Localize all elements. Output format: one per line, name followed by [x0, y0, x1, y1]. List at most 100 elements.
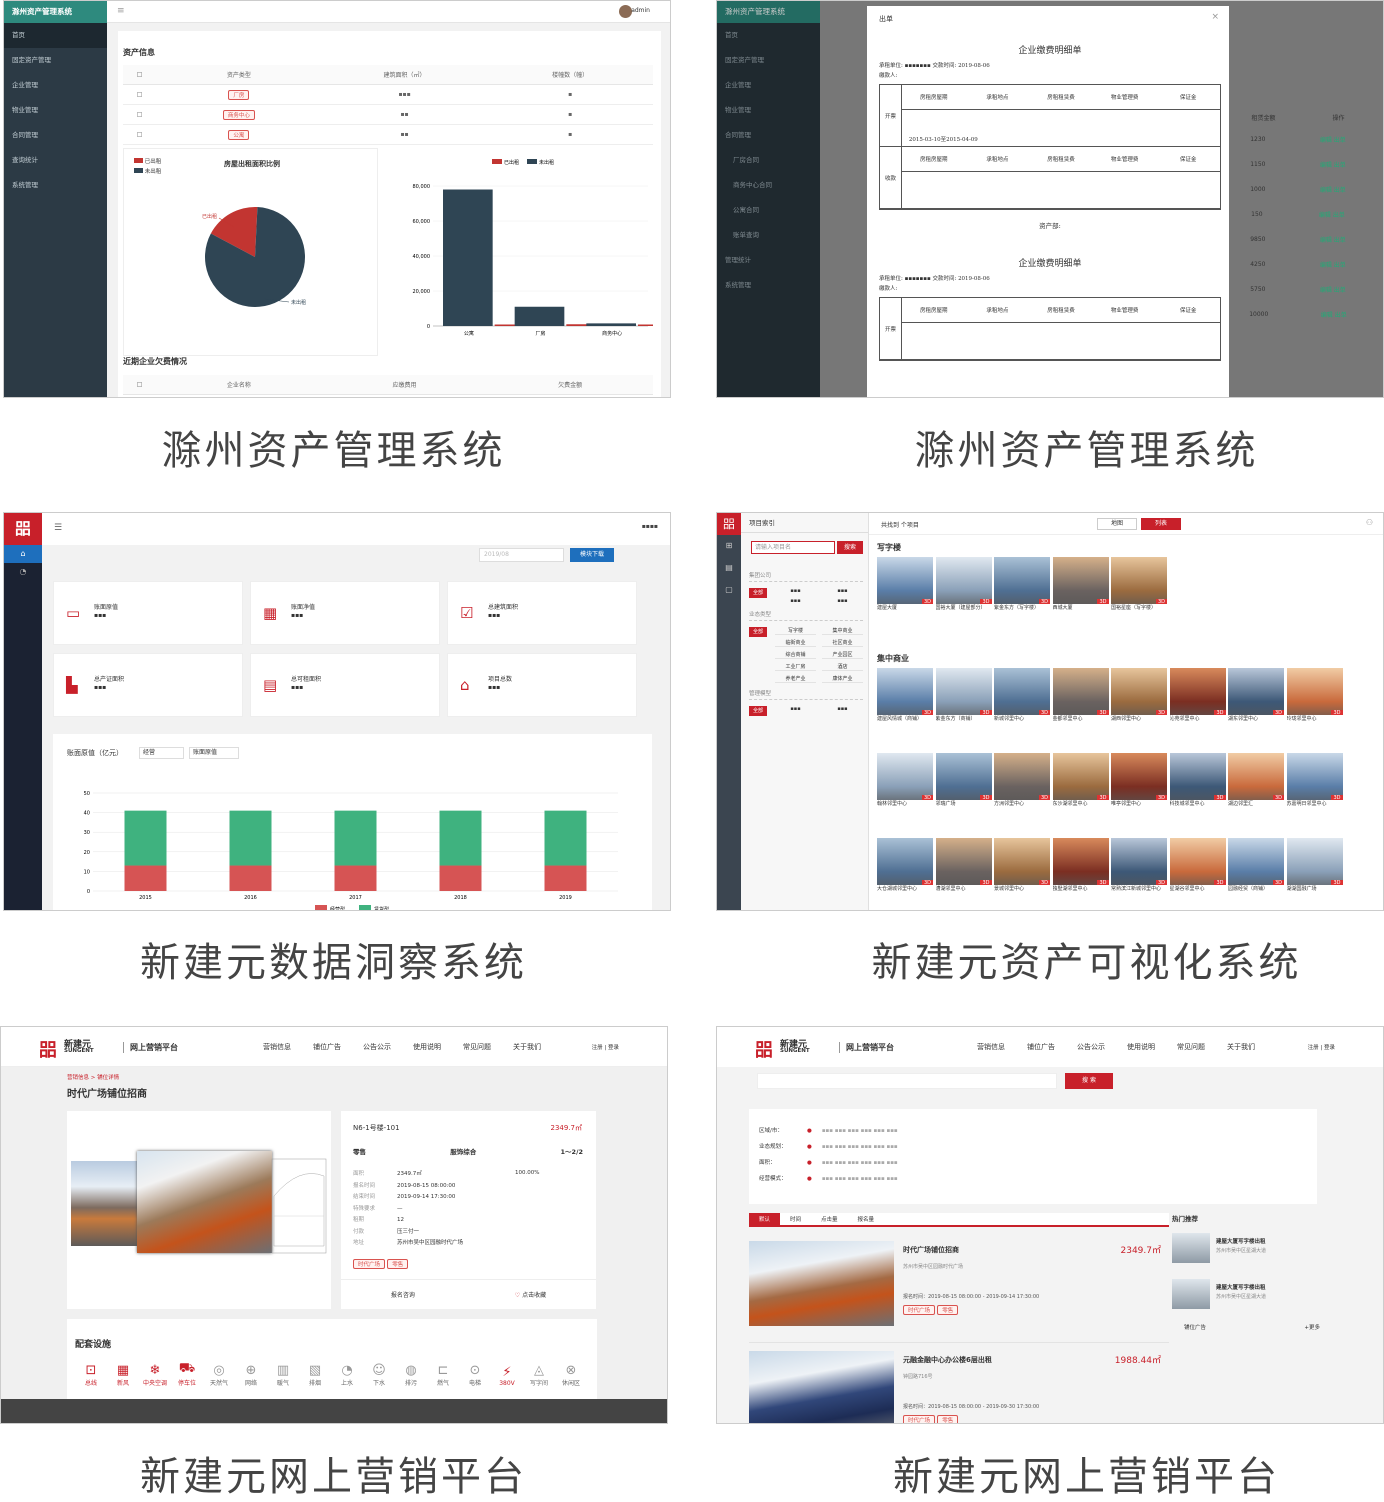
- project-thumbnail[interactable]: 3D 邻瑞广场: [935, 753, 992, 809]
- bar-series-2[interactable]: [334, 810, 377, 866]
- sort-option[interactable]: 点击量: [811, 1213, 848, 1227]
- bar-series-2[interactable]: [124, 810, 167, 866]
- filter-all[interactable]: 全部: [749, 706, 768, 716]
- bar-series-1[interactable]: [229, 865, 272, 891]
- bar-series-1[interactable]: [124, 865, 167, 891]
- filter-option[interactable]: 产业园区: [822, 651, 863, 659]
- bar-series-1[interactable]: [334, 865, 377, 891]
- project-thumbnail[interactable]: 3D 建屋风情城（商铺）: [877, 668, 933, 724]
- sidebar-item[interactable]: 首页: [717, 23, 820, 48]
- listing-card[interactable]: 时代广场铺位招商 2349.7㎡ 苏州市吴中区园融时代广场 报名时间：2019-08-…: [749, 1233, 1169, 1343]
- consult-button[interactable]: 报名咨询: [391, 1290, 415, 1299]
- edit-link[interactable]: 编辑: [1320, 287, 1332, 294]
- building-photo-main[interactable]: [137, 1151, 272, 1253]
- hot-item[interactable]: 建屋大厦写字楼出租 苏州市吴中区星湖大道: [1172, 1275, 1332, 1315]
- edit-link[interactable]: 编辑: [1320, 237, 1332, 244]
- listing-title[interactable]: 时代广场铺位招商: [903, 1245, 959, 1255]
- filter-option[interactable]: 临街商业: [775, 639, 816, 647]
- table-row[interactable]: 4250 编辑 出单: [1223, 252, 1373, 277]
- project-thumbnail[interactable]: 3D 建屋大厦: [877, 557, 933, 613]
- more-link[interactable]: +更多: [1304, 1323, 1320, 1331]
- project-thumbnail[interactable]: 3D 独墅湖邻里中心: [1052, 838, 1109, 894]
- auth-links[interactable]: 注册 | 登录: [1308, 1043, 1335, 1051]
- sidebar-item[interactable]: 查询统计: [4, 148, 107, 173]
- nav-link[interactable]: 营销信息: [263, 1043, 291, 1051]
- nav-link[interactable]: 使用说明: [413, 1043, 441, 1051]
- grid-icon[interactable]: ⊞: [717, 535, 741, 557]
- menu-toggle-icon[interactable]: ≡: [117, 6, 125, 16]
- bar-series-1[interactable]: [439, 865, 482, 891]
- sort-option[interactable]: 默认: [749, 1213, 781, 1227]
- stat-card[interactable]: ⌂ 项目总数 ▪▪▪: [447, 653, 637, 717]
- bar-series-2[interactable]: [544, 810, 587, 866]
- search-input[interactable]: 请输入项目名: [751, 541, 835, 554]
- project-thumbnail[interactable]: 3D 科技城邻里中心: [1169, 753, 1226, 809]
- print-link[interactable]: 出单: [1334, 287, 1346, 294]
- project-thumbnail[interactable]: 3D 国裕大厦（建屋部分）: [935, 557, 992, 613]
- table-row[interactable]: 9850 编辑 出单: [1223, 227, 1373, 252]
- edit-link[interactable]: 编辑: [1320, 137, 1332, 144]
- print-link[interactable]: 出单: [1334, 187, 1346, 194]
- map-view-button[interactable]: 地图: [1097, 518, 1137, 530]
- floor-plan[interactable]: [269, 1156, 329, 1256]
- filter-option[interactable]: 社区商业: [822, 639, 863, 647]
- stat-card[interactable]: ▦ 账面净值 ▪▪▪: [250, 581, 440, 645]
- chart-icon[interactable]: ◔: [4, 563, 42, 581]
- bar-series-2[interactable]: [229, 810, 272, 866]
- hot-item[interactable]: 建屋大厦写字楼出租 苏州市吴中区星湖大道: [1172, 1229, 1332, 1269]
- project-thumbnail[interactable]: 3D 玲珑邻里中心: [1286, 668, 1343, 724]
- download-button[interactable]: 模块下载: [570, 548, 614, 562]
- filter-option[interactable]: 写字楼: [775, 627, 816, 635]
- breadcrumb[interactable]: 营销信息 > 铺位详情: [67, 1073, 119, 1081]
- project-thumbnail[interactable]: 3D 紫金东方（商铺）: [935, 668, 992, 724]
- nav-link[interactable]: 使用说明: [1127, 1043, 1155, 1051]
- date-input[interactable]: 2019/08: [479, 548, 564, 562]
- print-link[interactable]: 出单: [1334, 137, 1346, 144]
- project-thumbnail[interactable]: 3D 方洲邻里中心: [994, 753, 1050, 809]
- sidebar-item[interactable]: 系统管理: [4, 173, 107, 198]
- nav-link[interactable]: 公告公示: [363, 1043, 391, 1051]
- sidebar-item[interactable]: 公寓合同: [717, 198, 820, 223]
- bar-unrented[interactable]: [586, 323, 636, 326]
- edit-link[interactable]: 编辑: [1320, 262, 1332, 269]
- project-thumbnail[interactable]: 3D 西城大厦: [1052, 557, 1109, 613]
- nav-link[interactable]: 铺位广告: [313, 1043, 341, 1051]
- sidebar-item[interactable]: 管理统计: [717, 248, 820, 273]
- project-thumbnail[interactable]: 3D 翰林邻里中心: [877, 753, 933, 809]
- edit-link[interactable]: 编辑: [1320, 162, 1332, 169]
- filter-option[interactable]: 综合商铺: [775, 651, 816, 659]
- nav-link[interactable]: 铺位广告: [1027, 1043, 1055, 1051]
- bar-unrented[interactable]: [443, 189, 493, 327]
- stat-card[interactable]: ▭ 账面原值 ▪▪▪: [53, 581, 243, 645]
- nav-link[interactable]: 关于我们: [1227, 1043, 1255, 1051]
- sidebar-item[interactable]: 企业管理: [717, 73, 820, 98]
- chart-icon[interactable]: ▤: [717, 557, 741, 579]
- listing-photo[interactable]: [749, 1351, 894, 1423]
- filter-all[interactable]: 全部: [749, 588, 768, 598]
- nav-link[interactable]: 关于我们: [513, 1043, 541, 1051]
- print-link[interactable]: 出单: [1335, 312, 1347, 319]
- table-row[interactable]: □ 公寓 ▪▪ ▪: [123, 125, 653, 145]
- project-thumbnail[interactable]: 3D 唯亭邻里中心: [1111, 753, 1167, 809]
- project-thumbnail[interactable]: 3D 漕湖邻里中心: [935, 838, 992, 894]
- project-thumbnail[interactable]: 3D 国裕星座（写字楼）: [1111, 557, 1167, 613]
- sidebar-item[interactable]: 商务中心合同: [717, 173, 820, 198]
- edit-link[interactable]: 编辑: [1321, 312, 1333, 319]
- table-row[interactable]: 10000 编辑 出单: [1223, 302, 1373, 327]
- sidebar-item[interactable]: 首页: [4, 23, 107, 48]
- project-thumbnail[interactable]: 3D 星湖谷邻里中心: [1169, 838, 1226, 894]
- filter-option[interactable]: 酒店: [822, 663, 863, 671]
- sidebar-item[interactable]: 合同管理: [4, 123, 107, 148]
- project-thumbnail[interactable]: 3D 园融经贸（商铺）: [1228, 838, 1284, 894]
- user-name[interactable]: ▪▪▪▪: [642, 523, 658, 530]
- nav-link[interactable]: 公告公示: [1077, 1043, 1105, 1051]
- table-row[interactable]: 1230 编辑 出单: [1223, 127, 1373, 152]
- sort-option[interactable]: 时间: [780, 1213, 811, 1227]
- username[interactable]: admin: [631, 7, 650, 14]
- project-thumbnail[interactable]: 3D 苏嘉明日邻里中心: [1286, 753, 1343, 809]
- close-icon[interactable]: ×: [1211, 12, 1219, 22]
- project-thumbnail[interactable]: 3D 金都邻里中心: [1052, 668, 1109, 724]
- avatar[interactable]: [619, 5, 632, 18]
- stat-card[interactable]: ▤ 总可租面积 ▪▪▪: [250, 653, 440, 717]
- sidebar-item[interactable]: 企业管理: [4, 73, 107, 98]
